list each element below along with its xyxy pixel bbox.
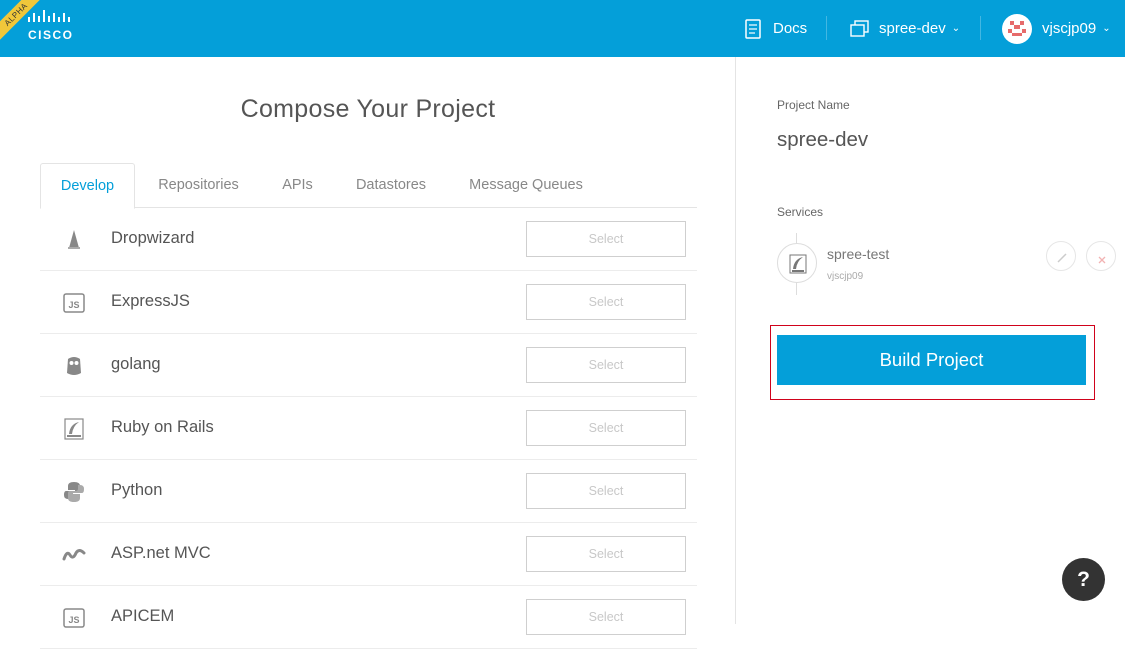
build-project-button[interactable]: Build Project [777, 335, 1086, 385]
item-label: ExpressJS [111, 292, 190, 310]
tab-develop[interactable]: Develop [40, 163, 135, 209]
project-menu[interactable]: spree-dev ⌄ [850, 0, 960, 57]
compose-panel: Compose Your Project Develop Repositorie… [0, 57, 736, 649]
top-bar: ALPHA CISCO Docs spree-dev ⌄ vjscjp09 ⌄ [0, 0, 1125, 57]
list-item-golang: golang Select [40, 334, 697, 397]
item-label: Ruby on Rails [111, 418, 214, 436]
list-item-expressjs: JS ExpressJS Select [40, 271, 697, 334]
item-label: Dropwizard [111, 229, 195, 247]
pencil-icon [1057, 253, 1067, 263]
js-icon: JS [63, 293, 85, 313]
list-item-ruby-on-rails: Ruby on Rails Select [40, 397, 697, 460]
edit-service-button[interactable] [1046, 241, 1076, 271]
aspnet-icon [62, 549, 86, 561]
svg-text:JS: JS [68, 300, 79, 310]
cisco-logo[interactable]: ALPHA CISCO [0, 0, 90, 57]
select-button[interactable]: Select [526, 221, 686, 257]
user-label: vjscjp09 [1042, 20, 1097, 37]
docs-label: Docs [773, 20, 808, 37]
list-item-dropwizard: Dropwizard Select [40, 208, 697, 271]
item-label: ASP.net MVC [111, 544, 211, 562]
list-item-apicem: JS APICEM Select [40, 586, 697, 649]
close-icon [1098, 256, 1106, 264]
service-name: spree-test [827, 246, 890, 262]
category-tabs: Develop Repositories APIs Datastores Mes… [40, 163, 697, 209]
document-icon [745, 18, 761, 39]
rails-icon [64, 418, 84, 440]
tab-datastores[interactable]: Datastores [345, 163, 437, 208]
item-label: golang [111, 355, 161, 373]
cisco-bars-icon [28, 10, 70, 22]
select-button[interactable]: Select [526, 284, 686, 320]
list-item-aspnet-mvc: ASP.net MVC Select [40, 523, 697, 586]
select-button[interactable]: Select [526, 536, 686, 572]
chevron-down-icon: ⌄ [1102, 23, 1111, 34]
gopher-icon [67, 357, 81, 375]
tab-repositories[interactable]: Repositories [146, 163, 251, 208]
service-icon [777, 243, 817, 283]
rails-icon [789, 254, 807, 274]
service-owner: vjscjp09 [827, 271, 864, 282]
dropwizard-icon [68, 230, 80, 249]
project-menu-label: spree-dev [879, 20, 946, 37]
help-button[interactable]: ? [1062, 558, 1105, 601]
python-icon [64, 482, 84, 502]
nav-divider [826, 16, 827, 40]
item-label: APICEM [111, 607, 175, 625]
stack-icon [850, 19, 869, 37]
js-icon: JS [63, 608, 85, 628]
page-title: Compose Your Project [240, 95, 496, 123]
project-name-label: Project Name [777, 98, 850, 112]
select-button[interactable]: Select [526, 473, 686, 509]
project-name-value: spree-dev [777, 128, 869, 151]
avatar [1002, 13, 1032, 44]
remove-service-button[interactable] [1086, 241, 1116, 271]
select-button[interactable]: Select [526, 347, 686, 383]
docs-link[interactable]: Docs [745, 0, 807, 57]
tab-apis[interactable]: APIs [272, 163, 323, 208]
select-button[interactable]: Select [526, 410, 686, 446]
nav-divider [980, 16, 981, 40]
tab-message-queues[interactable]: Message Queues [461, 163, 591, 208]
list-item-python: Python Select [40, 460, 697, 523]
services-label: Services [777, 205, 824, 219]
project-summary-panel: Project Name spree-dev Services spree-te… [737, 57, 1125, 624]
chevron-down-icon: ⌄ [951, 23, 961, 34]
item-label: Python [111, 481, 163, 499]
select-button[interactable]: Select [526, 599, 686, 635]
brand-text: CISCO [28, 28, 74, 42]
user-menu[interactable]: vjscjp09 ⌄ [1002, 0, 1111, 57]
